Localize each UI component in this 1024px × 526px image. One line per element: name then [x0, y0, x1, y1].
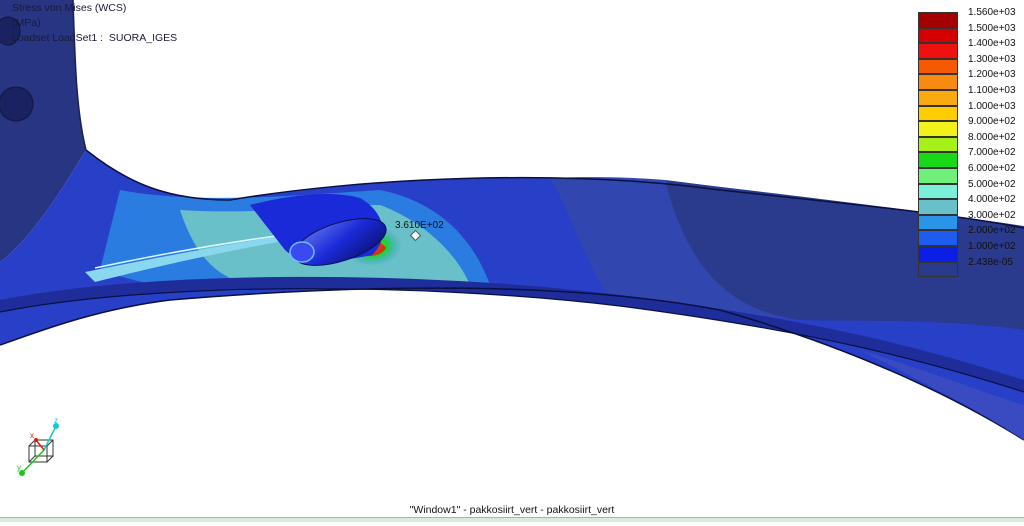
legend-label: 9.000e+02 — [968, 116, 1016, 128]
legend-swatch — [918, 121, 958, 137]
legend-swatch — [918, 74, 958, 90]
legend-swatch — [918, 136, 958, 153]
legend-label: 1.500e+03 — [968, 22, 1016, 34]
legend-label: 6.000e+02 — [968, 163, 1016, 174]
legend-label: 4.000e+02 — [968, 194, 1016, 206]
legend-label: 1.300e+03 — [968, 53, 1016, 65]
legend-swatch — [918, 27, 958, 44]
legend-swatch — [918, 105, 958, 122]
axes-triad: z y x — [17, 416, 59, 476]
legend-swatch — [918, 230, 958, 246]
legend-swatch — [918, 90, 958, 106]
legend-swatch — [918, 214, 958, 231]
model-viewport[interactable]: z y x — [0, 0, 1024, 521]
triad-x-label: x — [30, 431, 34, 440]
legend-label: 3.000e+02 — [968, 209, 1016, 221]
probe-value-label: 3.610E+02 — [395, 220, 444, 231]
legend-swatch — [918, 43, 958, 59]
legend-label: 1.560e+03 — [968, 7, 1016, 18]
window-bottom-border — [0, 517, 1024, 522]
legend-label: 1.200e+03 — [968, 69, 1016, 81]
plate-hole — [0, 86, 34, 122]
result-title: Stress von Mises (WCS) — [12, 2, 127, 14]
window-title: "Window1" - pakkosiirt_vert - pakkosiirt… — [409, 504, 615, 516]
fem-stress-plot[interactable]: z y x — [0, 0, 1024, 521]
legend-label: 8.000e+02 — [968, 131, 1016, 143]
loadset-label: Loadset LoadSet1 : SUORA_IGES — [12, 32, 178, 44]
legend-swatch — [918, 152, 958, 168]
legend-label: 2.438e-05 — [968, 256, 1014, 268]
legend-swatch — [918, 168, 958, 184]
units-label: (MPa) — [12, 17, 41, 29]
legend-label: 1.000e+02 — [968, 241, 1016, 252]
legend-label: 2.000e+02 — [968, 225, 1016, 237]
legend-swatch — [918, 183, 958, 200]
legend-label: 1.400e+03 — [968, 38, 1016, 50]
legend-swatch — [918, 261, 958, 278]
legend-swatch — [918, 58, 958, 75]
triad-y-label: y — [17, 463, 21, 472]
legend-swatch — [918, 246, 958, 262]
legend-label: 5.000e+02 — [968, 178, 1016, 190]
triad-z-label: z — [54, 416, 58, 425]
legend-label: 1.000e+03 — [968, 100, 1016, 112]
legend-label: 1.100e+03 — [968, 85, 1016, 96]
legend-label: 7.000e+02 — [968, 147, 1016, 159]
legend-swatch — [918, 12, 958, 28]
legend-swatch — [918, 199, 958, 215]
pin-end — [289, 241, 315, 263]
